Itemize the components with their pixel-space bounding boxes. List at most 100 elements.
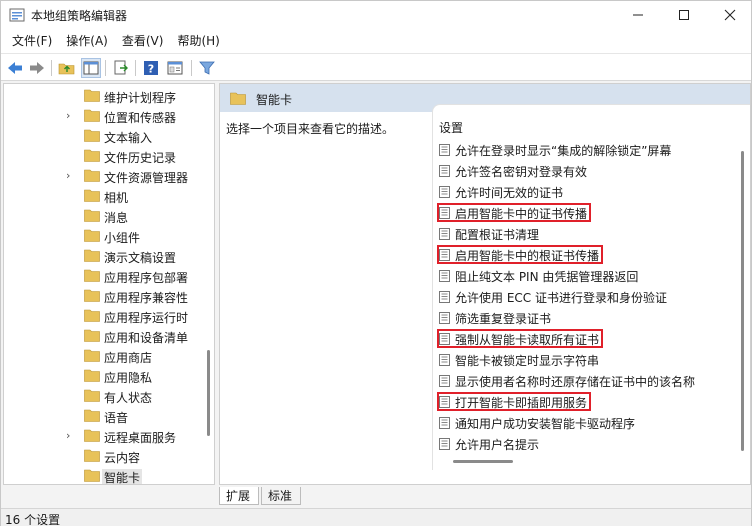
settings-list: 设置 允许在登录时显示“集成的解除锁定”屏幕 允许签名密钥对登录有效 允许时间无效的… (432, 104, 750, 470)
details-header-title: 智能卡 (256, 93, 293, 107)
setting-label: 显示使用者名称时还原存储在证书中的该名称 (455, 375, 696, 389)
tree-item[interactable]: 应用程序包部署 (4, 266, 200, 286)
setting-label: 允许在登录时显示“集成的解除锁定”屏幕 (455, 144, 672, 158)
tree-item[interactable]: 维护计划程序 (4, 86, 200, 106)
tree-item[interactable]: 应用商店 (4, 346, 200, 366)
folder-icon (84, 389, 100, 402)
console-tree: 维护计划程序 › 位置和传感器 文本输入 文件历史记录 › 文件资源管理器相机 消息小组件 演示… (3, 83, 215, 485)
tree-item-label: 应用程序兼容性 (104, 291, 189, 305)
setting-row[interactable]: 允许时间无效的证书 (437, 181, 727, 201)
tree-item[interactable]: 应用程序兼容性 (4, 286, 200, 306)
setting-label: 允许时间无效的证书 (455, 186, 564, 200)
highlight-box (437, 392, 591, 411)
tree-item[interactable]: 应用和设备清单 (4, 326, 200, 346)
tree-item[interactable]: 有人状态 (4, 386, 200, 406)
setting-row[interactable]: 配置根证书清理 (437, 223, 727, 243)
forward-button[interactable] (27, 58, 47, 78)
tree-item[interactable]: 消息 (4, 206, 200, 226)
setting-row[interactable]: 通知用户成功安装智能卡驱动程序 (437, 412, 727, 432)
settings-horizontal-scrollbar[interactable] (453, 460, 513, 463)
menu-action[interactable]: 操作(A) (59, 30, 115, 52)
filter-button[interactable] (197, 58, 217, 78)
menu-bar: 文件(F) 操作(A) 查看(V) 帮助(H) (1, 29, 751, 53)
svg-text:?: ? (148, 63, 154, 76)
tree-item[interactable]: 小组件 (4, 226, 200, 246)
properties-button[interactable] (165, 58, 185, 78)
menu-help[interactable]: 帮助(H) (170, 30, 226, 52)
folder-icon (84, 349, 100, 362)
highlight-box (437, 329, 603, 348)
settings-scrollbar-thumb[interactable] (741, 151, 744, 451)
setting-label: 配置根证书清理 (455, 228, 540, 242)
setting-row[interactable]: 允许在登录时显示“集成的解除锁定”屏幕 (437, 139, 727, 159)
column-header-setting[interactable]: 设置 (439, 119, 463, 136)
tab-standard[interactable]: 标准 (261, 487, 301, 505)
policy-setting-icon (439, 354, 450, 366)
setting-row[interactable]: 允许签名密钥对登录有效 (437, 160, 727, 180)
tree-item-label: 智能卡 (102, 469, 143, 485)
up-level-button[interactable] (57, 58, 77, 78)
maximize-button[interactable] (661, 1, 707, 29)
tree-item[interactable]: 相机 (4, 186, 200, 206)
settings-vertical-scrollbar[interactable] (737, 135, 747, 455)
tree-item[interactable]: 文件历史记录 (4, 146, 200, 166)
tree-item[interactable]: 文本输入 (4, 126, 200, 146)
menu-file[interactable]: 文件(F) (5, 30, 59, 52)
folder-icon (84, 169, 100, 182)
setting-row[interactable]: 允许用户名提示 (437, 433, 727, 453)
properties-icon (167, 61, 183, 75)
setting-row[interactable]: 筛选重复登录证书 (437, 307, 727, 327)
tree-item[interactable]: › 远程桌面服务 (4, 426, 200, 446)
tree-item-label: 应用和设备清单 (104, 331, 189, 345)
tree-scrollbar[interactable] (204, 84, 214, 484)
policy-setting-icon (439, 186, 450, 198)
tree-item-label: 小组件 (104, 231, 141, 245)
tree-item-label: 应用商店 (104, 351, 153, 365)
back-button[interactable] (5, 58, 25, 78)
setting-row[interactable]: 显示使用者名称时还原存储在证书中的该名称 (437, 370, 727, 390)
chevron-right-icon[interactable]: › (66, 110, 76, 122)
setting-label: 允许签名密钥对登录有效 (455, 165, 588, 179)
tree-item[interactable]: 应用程序运行时 (4, 306, 200, 326)
tree-item[interactable]: 演示文稿设置 (4, 246, 200, 266)
setting-row[interactable]: 阻止纯文本 PIN 由凭据管理器返回 (437, 265, 727, 285)
setting-row[interactable]: 允许使用 ECC 证书进行登录和身份验证 (437, 286, 727, 306)
description-text: 选择一个项目来查看它的描述。 (226, 122, 395, 136)
tree-scrollbar-thumb[interactable] (207, 350, 210, 436)
tree-item[interactable]: 云内容 (4, 446, 200, 466)
setting-label: 筛选重复登录证书 (455, 312, 552, 326)
folder-icon (84, 129, 100, 142)
tree-item[interactable]: 应用隐私 (4, 366, 200, 386)
tree-item-label: 应用隐私 (104, 371, 153, 385)
chevron-right-icon[interactable]: › (66, 170, 76, 182)
chevron-right-icon[interactable]: › (66, 430, 76, 442)
toolbar: ? (1, 53, 751, 81)
export-list-button[interactable] (111, 58, 131, 78)
policy-setting-icon (439, 270, 450, 282)
close-button[interactable] (707, 1, 752, 29)
minimize-button[interactable] (615, 1, 661, 29)
show-hide-tree-button[interactable] (81, 58, 101, 78)
back-arrow-icon (8, 62, 22, 74)
policy-setting-icon (439, 375, 450, 387)
tree-item-label: 应用程序运行时 (104, 311, 189, 325)
toolbar-separator (51, 60, 52, 76)
menu-view[interactable]: 查看(V) (115, 30, 171, 52)
tree-item[interactable]: › 文件资源管理器 (4, 166, 200, 186)
help-button[interactable]: ? (141, 58, 161, 78)
policy-setting-icon (439, 144, 450, 156)
setting-row[interactable]: 智能卡被锁定时显示字符串 (437, 349, 727, 369)
details-pane: 智能卡 选择一个项目来查看它的描述。 设置 允许在登录时显示“集成的解除锁定”屏… (219, 83, 751, 485)
tree-item[interactable]: › 位置和传感器 (4, 106, 200, 126)
tree-item-label: 相机 (104, 191, 129, 205)
folder-icon (84, 209, 100, 222)
folder-icon (84, 149, 100, 162)
folder-icon (84, 429, 100, 442)
tab-extended[interactable]: 扩展 (219, 487, 259, 505)
export-icon (114, 60, 128, 75)
folder-up-icon (58, 63, 75, 75)
tree-item[interactable]: 语音 (4, 406, 200, 426)
setting-label: 智能卡被锁定时显示字符串 (455, 354, 600, 368)
folder-icon (84, 309, 100, 322)
tree-item[interactable]: 智能卡 (4, 466, 200, 485)
